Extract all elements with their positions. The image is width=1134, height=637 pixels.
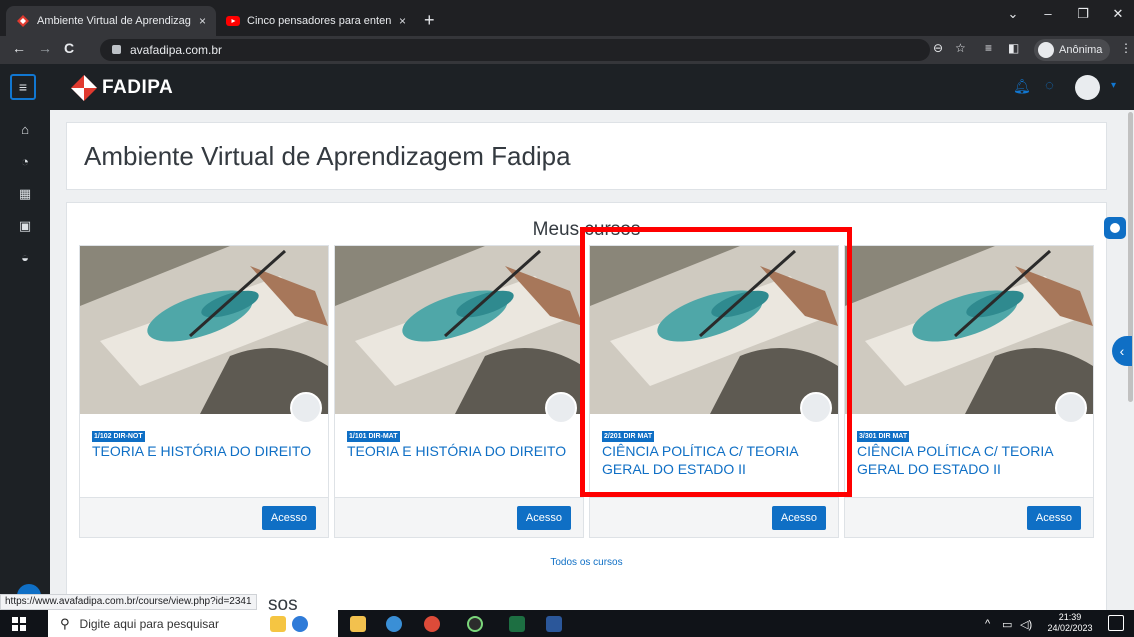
zoom-icon[interactable]: ⊖: [933, 41, 943, 55]
site-logo[interactable]: FADIPA: [70, 74, 173, 102]
browser-menu-icon[interactable]: ⋮: [1120, 41, 1132, 55]
back-icon[interactable]: ←: [12, 40, 26, 56]
course-card-footer: Acesso: [845, 497, 1093, 537]
page-title: Ambiente Virtual de Aprendizagem Fadipa: [84, 141, 571, 171]
profile-label: Anônima: [1059, 44, 1103, 56]
widget-icon[interactable]: [270, 616, 286, 632]
windows-taskbar: ⚲ Digite aqui para pesquisar ^ ▭ ◁) 21:3…: [0, 610, 1134, 637]
fadipa-favicon-icon: [16, 14, 30, 28]
access-button[interactable]: Acesso: [1026, 506, 1081, 530]
url-text: avafadipa.com.br: [130, 43, 223, 57]
page-header-card: Ambiente Virtual de Aprendizagem Fadipa: [66, 122, 1107, 190]
course-image[interactable]: [335, 246, 583, 414]
tab-youtube[interactable]: Cinco pensadores para entender ×: [216, 6, 416, 36]
accessibility-button[interactable]: [1104, 217, 1126, 239]
file-explorer-icon[interactable]: [350, 616, 366, 632]
close-tab-icon[interactable]: ×: [399, 14, 406, 28]
side-panel-icon[interactable]: ◧: [1008, 41, 1019, 55]
clock-date: 24/02/2023: [1047, 623, 1093, 633]
course-card[interactable]: 3/301 DIR MAT CIÊNCIA POLÍTICA C/ TEORIA…: [844, 245, 1094, 538]
new-tab-button[interactable]: +: [424, 10, 435, 31]
section-title: Meus cursos: [532, 219, 641, 240]
minimize-icon[interactable]: –: [1038, 6, 1058, 21]
course-category-badge: 3/301 DIR MAT: [857, 431, 910, 442]
search-placeholder: Digite aqui para pesquisar: [79, 616, 219, 631]
address-bar[interactable]: avafadipa.com.br: [100, 39, 930, 61]
course-category-badge: 2/201 DIR MAT: [602, 431, 655, 442]
lock-icon: [112, 45, 121, 54]
incognito-profile-button[interactable]: Anônima: [1034, 39, 1111, 61]
home-icon[interactable]: ⌂: [17, 122, 33, 138]
course-card[interactable]: 1/102 DIR-NOT TEORIA E HISTÓRIA DO DIREI…: [79, 245, 329, 538]
course-title-link[interactable]: TEORIA E HISTÓRIA DO DIREITO: [347, 442, 579, 460]
left-sidebar: ⌂ ◔ ▦ ▣ ◒: [0, 110, 50, 610]
tab-title: Cinco pensadores para entender: [247, 15, 391, 27]
excel-icon[interactable]: [509, 616, 525, 632]
courses-icon[interactable]: ◒: [17, 250, 33, 266]
youtube-favicon-icon: [226, 14, 240, 28]
course-image[interactable]: [80, 246, 328, 414]
status-bar-url: https://www.avafadipa.com.br/course/view…: [0, 594, 257, 610]
tab-ava[interactable]: Ambiente Virtual de Aprendizage ×: [6, 6, 216, 36]
dashboard-icon[interactable]: ◔: [17, 154, 33, 170]
calendar-icon[interactable]: ▦: [17, 186, 33, 202]
course-card[interactable]: 2/201 DIR MAT CIÊNCIA POLÍTICA C/ TEORIA…: [589, 245, 839, 538]
messages-icon[interactable]: ◌: [1045, 77, 1054, 94]
course-owner-avatar: [545, 392, 577, 424]
search-icon: ⚲: [60, 615, 70, 631]
chrome-icon[interactable]: [424, 616, 440, 632]
course-title-link[interactable]: TEORIA E HISTÓRIA DO DIREITO: [92, 442, 324, 460]
word-icon[interactable]: [546, 616, 562, 632]
course-title-link[interactable]: CIÊNCIA POLÍTICA C/ TEORIA GERAL DO ESTA…: [857, 442, 1089, 478]
taskbar-clock[interactable]: 21:39 24/02/2023: [1040, 612, 1100, 634]
course-category-badge: 1/102 DIR-NOT: [92, 431, 145, 442]
bookmark-star-icon[interactable]: ☆: [955, 41, 966, 55]
notifications-icon[interactable]: [1108, 615, 1124, 631]
course-card[interactable]: 1/101 DIR-MAT TEORIA E HISTÓRIA DO DIREI…: [334, 245, 584, 538]
course-card-footer: Acesso: [80, 497, 328, 537]
browser-tabstrip: Ambiente Virtual de Aprendizage × Cinco …: [0, 0, 1134, 36]
course-owner-avatar: [1055, 392, 1087, 424]
course-image[interactable]: [590, 246, 838, 414]
tab-search-icon[interactable]: ⌄: [1003, 6, 1023, 22]
screen: Ambiente Virtual de Aprendizage × Cinco …: [0, 0, 1134, 637]
course-card-footer: Acesso: [590, 497, 838, 537]
notification-bell-icon[interactable]: 🔔︎: [1013, 78, 1031, 95]
access-button[interactable]: Acesso: [771, 506, 826, 530]
close-window-icon[interactable]: ✕: [1108, 6, 1128, 22]
tab-title: Ambiente Virtual de Aprendizage: [37, 15, 191, 27]
drawer-toggle-button[interactable]: ≡: [10, 74, 36, 100]
incognito-icon: [1038, 42, 1054, 58]
close-tab-icon[interactable]: ×: [199, 14, 206, 28]
reload-icon[interactable]: C: [64, 40, 74, 56]
accessibility-icon: [1110, 223, 1120, 233]
access-button[interactable]: Acesso: [261, 506, 316, 530]
reading-list-icon[interactable]: ≡: [985, 41, 992, 55]
forward-icon[interactable]: →: [38, 40, 52, 56]
app-navbar: ≡ FADIPA 🔔︎ ◌ ▾: [0, 64, 1134, 110]
course-title-link[interactable]: CIÊNCIA POLÍTICA C/ TEORIA GERAL DO ESTA…: [602, 442, 834, 478]
course-card-footer: Acesso: [335, 497, 583, 537]
fadipa-logo-icon: [71, 75, 97, 101]
course-category-badge: 1/101 DIR-MAT: [347, 431, 400, 442]
restore-icon[interactable]: ❐: [1073, 6, 1093, 22]
all-courses-link[interactable]: Todos os cursos: [67, 557, 1106, 568]
access-button[interactable]: Acesso: [516, 506, 571, 530]
volume-icon[interactable]: ◁): [1020, 618, 1032, 631]
browser-toolbar: ← → C avafadipa.com.br ⊖ ☆ ≡ ◧ Anônima ⋮: [0, 36, 1134, 64]
course-image[interactable]: [845, 246, 1093, 414]
windows-start-icon[interactable]: [12, 617, 26, 631]
user-avatar[interactable]: [1075, 75, 1100, 100]
course-owner-avatar: [290, 392, 322, 424]
logo-text: FADIPA: [102, 77, 174, 98]
network-icon[interactable]: ▭: [1002, 618, 1012, 631]
files-icon[interactable]: ▣: [17, 218, 33, 234]
user-menu-caret-icon[interactable]: ▾: [1111, 80, 1116, 91]
app-icon[interactable]: [386, 616, 402, 632]
course-owner-avatar: [800, 392, 832, 424]
people-icon[interactable]: [292, 616, 308, 632]
clock-time: 21:39: [1058, 612, 1082, 622]
tray-expand-icon[interactable]: ^: [985, 618, 990, 630]
app-icon[interactable]: [467, 616, 483, 632]
